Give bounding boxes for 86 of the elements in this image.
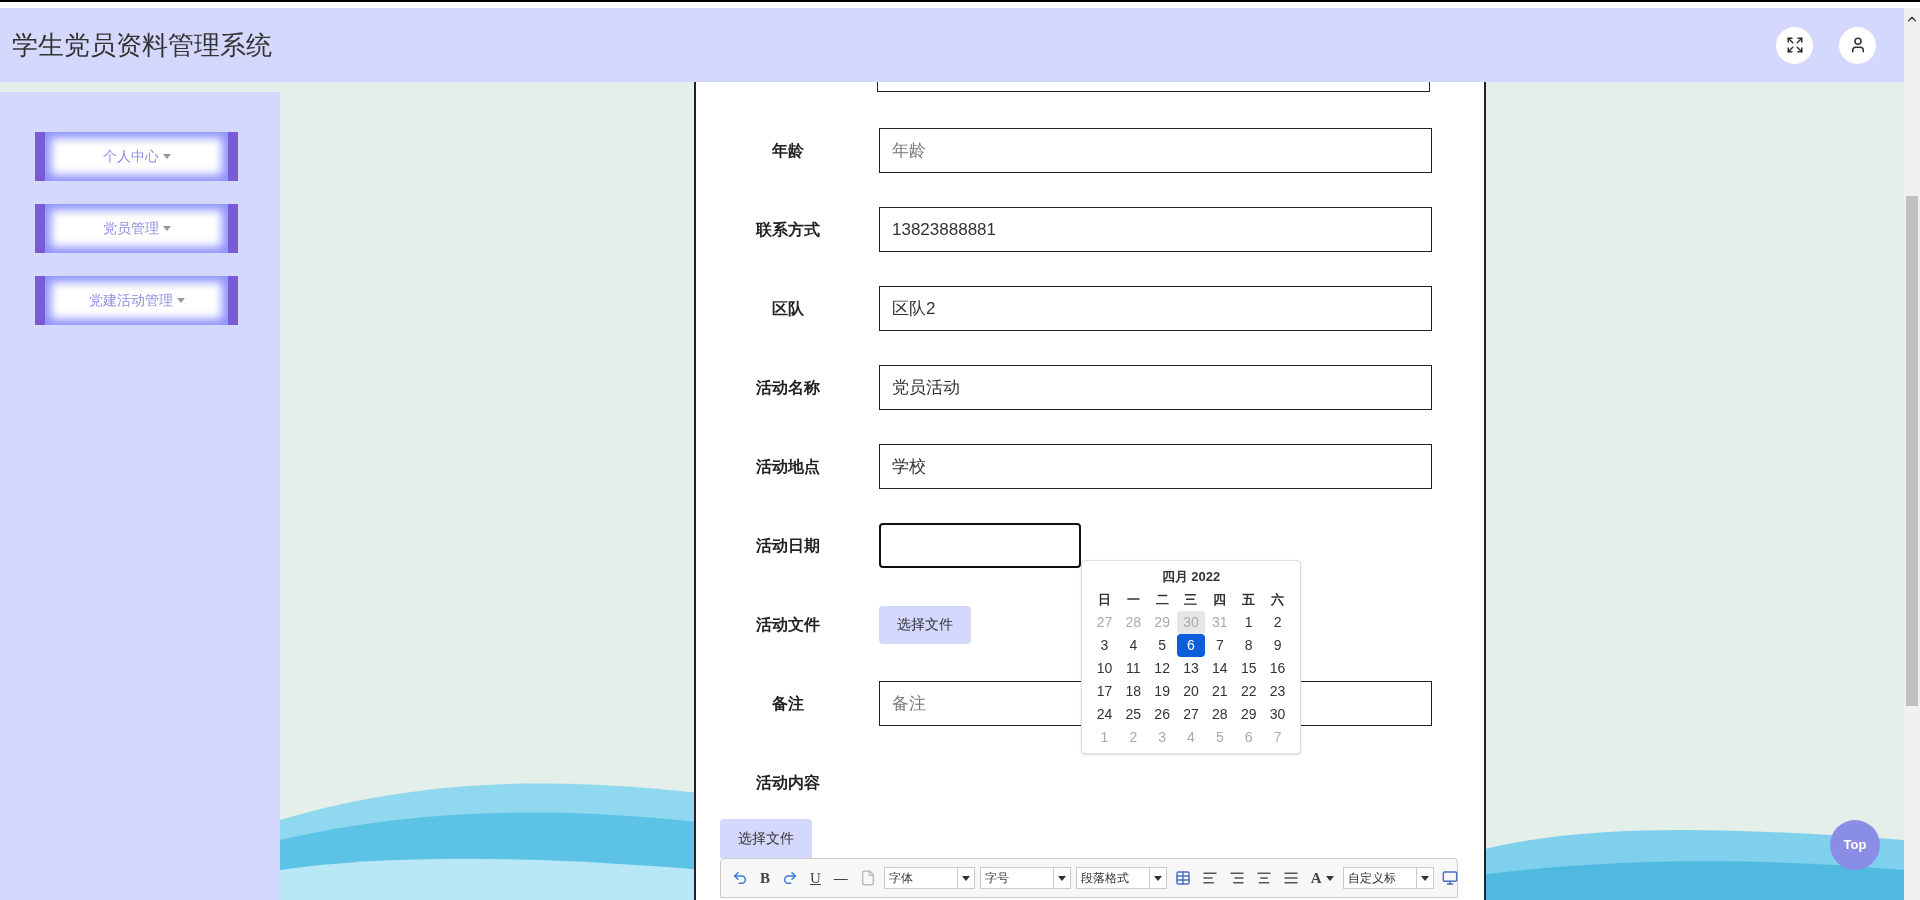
undo-icon [732, 870, 748, 886]
calendar-day[interactable]: 30 [1263, 702, 1292, 726]
calendar-day[interactable]: 3 [1090, 633, 1119, 657]
field-label: 活动地点 [754, 456, 821, 477]
field-label: 区队 [770, 298, 805, 319]
weekday-label: 一 [1125, 590, 1141, 609]
calendar-day[interactable]: 25 [1118, 702, 1148, 726]
caret-icon [162, 154, 171, 159]
choose-file-button[interactable]: 选择文件 [879, 605, 971, 644]
underline-button[interactable]: U [806, 866, 825, 890]
calendar-month-title: 四月 2022 [1160, 568, 1222, 586]
date-field[interactable] [879, 523, 1081, 568]
toolbar-select[interactable]: 字体 [883, 867, 975, 889]
weekday-label: 五 [1241, 590, 1257, 609]
calendar-day[interactable]: 27 [1176, 702, 1206, 726]
calendar-day[interactable]: 23 [1263, 679, 1292, 703]
calendar-day[interactable]: 28 [1205, 702, 1235, 726]
calendar-day[interactable]: 5 [1147, 633, 1177, 657]
app-title: 学生党员资料管理系统 [12, 28, 273, 62]
caret-icon [1153, 875, 1162, 881]
text-field[interactable]: 学校 [879, 444, 1432, 489]
caret-icon [176, 298, 185, 303]
weekday-label: 二 [1154, 590, 1170, 609]
text-field[interactable]: 区队2 [879, 286, 1432, 331]
calendar-day[interactable]: 21 [1205, 679, 1235, 703]
weekday-label: 日 [1096, 590, 1112, 609]
align-right-icon [1228, 870, 1245, 886]
calendar-day[interactable]: 2 [1263, 610, 1292, 634]
field-label: 活动内容 [754, 772, 821, 793]
choose-file-button[interactable]: 选择文件 [720, 819, 812, 858]
fullscreen-button[interactable] [1776, 26, 1813, 64]
toolbar-select[interactable]: 字号 [979, 867, 1071, 889]
calendar-day[interactable]: 8 [1234, 633, 1264, 657]
font-color-button[interactable]: A [1306, 866, 1338, 890]
weekday-label: 四 [1212, 590, 1228, 609]
caret-icon [162, 226, 171, 231]
calendar-day[interactable]: 9 [1263, 633, 1292, 657]
caret-icon [1325, 875, 1334, 881]
align-center-icon [1255, 870, 1272, 886]
redo-icon [782, 870, 798, 886]
preview-icon [1441, 870, 1458, 886]
field-label: 备注 [770, 693, 805, 714]
calendar-day[interactable]: 29 [1234, 702, 1264, 726]
calendar-day[interactable]: 7 [1205, 633, 1235, 657]
field-label: 联系方式 [754, 219, 821, 240]
scrollbar-thumb[interactable] [1906, 196, 1918, 706]
calendar-day[interactable]: 20 [1176, 679, 1206, 703]
table-icon [1174, 870, 1191, 886]
text-field[interactable]: 年龄 [879, 128, 1432, 173]
calendar-day[interactable]: 11 [1118, 656, 1148, 680]
horizontal-rule-button[interactable]: — [829, 867, 852, 889]
field-label: 活动文件 [754, 614, 821, 635]
calendar-day[interactable]: 4 [1118, 633, 1148, 657]
calendar-day[interactable]: 16 [1263, 656, 1292, 680]
bold-button[interactable]: B [756, 866, 774, 890]
justify-icon [1282, 870, 1299, 886]
calendar-day[interactable]: 19 [1147, 679, 1177, 703]
calendar-day[interactable]: 24 [1090, 702, 1119, 726]
calendar-day[interactable]: 18 [1118, 679, 1148, 703]
page-icon [859, 870, 876, 886]
weekday-label: 六 [1270, 590, 1286, 609]
calendar-day[interactable]: 14 [1205, 656, 1235, 680]
field-label: 年龄 [770, 140, 805, 161]
weekday-label: 三 [1183, 590, 1199, 609]
align-left-icon [1201, 870, 1218, 886]
text-field[interactable] [877, 82, 1430, 92]
calendar-day[interactable]: 26 [1147, 702, 1177, 726]
field-label: 活动日期 [754, 535, 821, 556]
calendar-day[interactable]: 1 [1234, 610, 1264, 634]
calendar-day[interactable]: 13 [1176, 656, 1206, 680]
caret-icon [1420, 875, 1429, 881]
calendar-day[interactable]: 17 [1090, 679, 1119, 703]
toolbar-select[interactable]: 自定义标 [1342, 867, 1434, 889]
user-button[interactable] [1839, 26, 1876, 64]
expand-icon [1785, 36, 1804, 54]
text-field[interactable]: 13823888881 [879, 207, 1432, 252]
text-field[interactable]: 党员活动 [879, 365, 1432, 410]
calendar-day[interactable]: 10 [1090, 656, 1119, 680]
calendar-day[interactable]: 12 [1147, 656, 1177, 680]
calendar-day[interactable]: 6 [1176, 633, 1206, 657]
calendar-day[interactable]: 22 [1234, 679, 1264, 703]
toolbar-select[interactable]: 段落格式 [1075, 867, 1167, 889]
caret-icon [1057, 875, 1066, 881]
caret-icon [961, 875, 970, 881]
field-label: 活动名称 [754, 377, 821, 398]
calendar-day[interactable]: 15 [1234, 656, 1264, 680]
